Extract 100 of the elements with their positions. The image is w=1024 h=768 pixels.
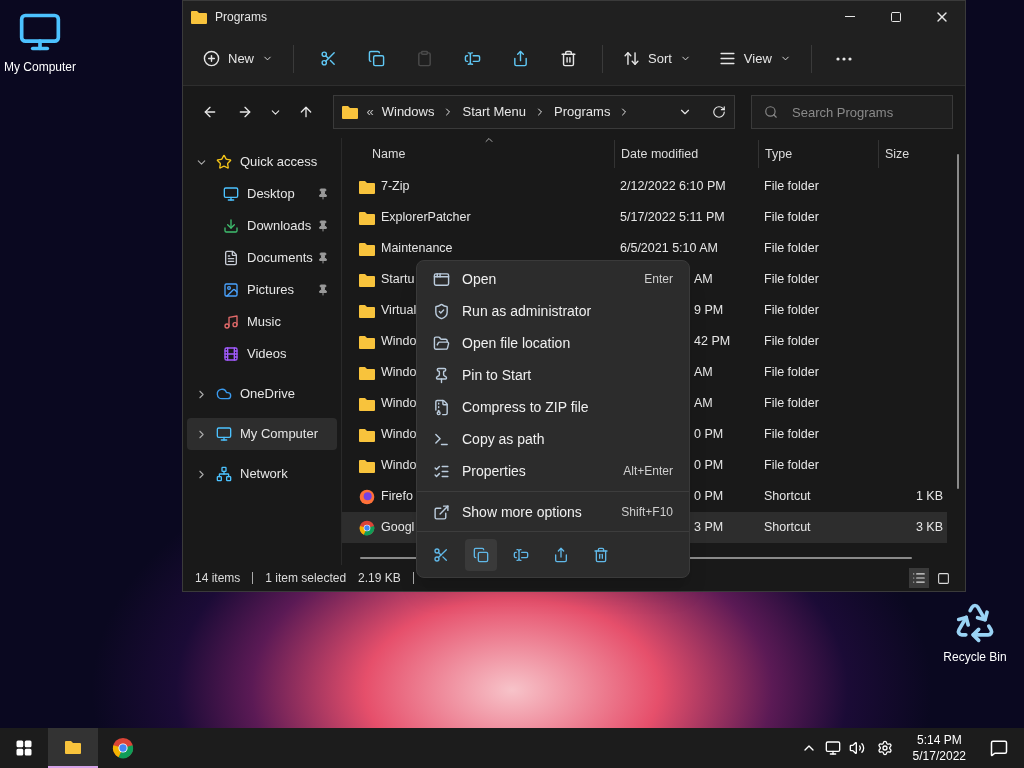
type-cell: File folder [764,241,819,256]
column-header[interactable]: Name [372,144,406,164]
zip-folder-icon [433,398,450,416]
taskbar-app-button[interactable] [48,728,98,768]
network-icon [216,466,232,482]
file-name[interactable]: Googl [381,518,415,537]
sidebar-item[interactable]: Desktop [187,178,337,210]
details-view-button[interactable] [909,568,929,588]
menu-item[interactable]: Properties Alt+Enter [421,455,685,487]
file-name[interactable]: Windo [381,425,417,444]
copy-button[interactable] [465,539,497,571]
sidebar-label: OneDrive [240,385,296,404]
settings-icon[interactable] [876,740,893,756]
folder-icon [359,272,375,287]
sidebar-label: Documents [247,249,314,268]
menu-item[interactable]: Open file location [421,327,685,359]
shortcut-label: Enter [644,271,673,288]
window-icon [433,270,450,288]
date-modified-cell: 3 PM [694,520,724,535]
menu-item[interactable]: Pin to Start [421,359,685,391]
sidebar-label: Music [247,313,282,332]
clock[interactable]: 5:14 PM 5/17/2022 [904,732,974,764]
folder-icon [359,210,375,225]
menu-item[interactable]: Copy as path [421,423,685,455]
menu-item[interactable]: Run as administrator [421,295,685,327]
folder-icon [433,334,450,352]
sidebar-item[interactable]: Downloads [187,210,337,242]
size-cell-text: 3 KB [915,519,943,537]
vertical-scrollbar[interactable] [957,154,959,489]
menu-item-label: Properties [462,461,527,481]
windows-logo-icon [15,739,33,757]
menu-item-label: Pin to Start [462,365,533,385]
sidebar-item[interactable]: My Computer [187,418,337,450]
column-header[interactable]: Date modified [621,144,699,164]
menu-item[interactable]: Show more options Shift+F10 [421,496,685,528]
sidebar-item[interactable]: Videos [187,338,337,370]
breadcrumb[interactable]: Programs [554,102,611,122]
refresh-icon[interactable] [712,105,726,119]
menu-item[interactable]: Open Enter [421,263,685,295]
notifications-icon[interactable] [990,739,1008,757]
folder-icon [342,105,359,119]
address-bar[interactable]: « Windows Start Menu Programs [333,95,735,129]
volume-icon[interactable] [848,740,865,756]
copy-icon [473,547,489,563]
column-header[interactable]: Size [885,144,910,164]
file-name[interactable]: 7-Zip [381,177,410,196]
date-modified-cell: 42 PM [694,334,731,349]
file-name[interactable]: ExplorerPatcher [381,208,471,227]
lines-icon [718,50,736,67]
date-modified-cell: 0 PM [694,427,724,442]
sidebar-label: Downloads [247,217,313,236]
sort-icon [623,50,640,67]
file-name[interactable]: Windo [381,456,417,475]
file-name[interactable]: Startu [381,270,415,289]
overflow-chevron[interactable]: « [366,102,374,122]
file-name[interactable]: Windo [381,363,417,382]
search-field[interactable]: Search Programs [751,95,953,129]
music-icon [223,314,239,330]
desktop-icon[interactable]: Recycle Bin [935,600,1015,666]
folder-icon [359,179,375,194]
file-name[interactable]: Firefo [381,487,413,506]
sort-button[interactable]: Sort [615,40,699,77]
sidebar-item[interactable]: Music [187,306,337,338]
sidebar-item[interactable]: Documents [187,242,337,274]
menu-item-label: Open [462,269,498,289]
sidebar-item[interactable]: OneDrive [187,378,337,410]
shortcut-label: Shift+F10 [621,504,673,521]
new-button[interactable]: New [195,40,281,77]
copy-icon [367,50,385,67]
type-cell: Shortcut [764,520,811,535]
breadcrumb[interactable]: Start Menu [462,102,527,122]
folder-icon [359,427,375,442]
cut-icon [433,547,449,563]
type-cell: File folder [764,210,819,225]
star-icon [216,154,232,170]
file-name[interactable]: Windo [381,332,417,351]
file-name[interactable]: Maintenance [381,239,453,258]
view-button[interactable]: View [710,40,799,77]
file-name[interactable]: Virtual [381,301,417,320]
folder-icon [359,396,375,411]
type-cell: File folder [764,365,819,380]
breadcrumb[interactable]: Windows [381,102,435,122]
folder-icon [359,241,375,256]
plus-icon [203,50,220,67]
sidebar-label: Videos [247,345,288,364]
folder-icon [359,334,375,349]
menu-item[interactable]: Compress to ZIP file [421,391,685,423]
type-cell: File folder [764,303,819,318]
monitor-icon [216,426,232,442]
sidebar-item[interactable]: Network [187,458,337,490]
monitor-icon [223,186,239,202]
desktop-icon[interactable]: My Computer [0,10,80,76]
type-cell: File folder [764,458,819,473]
column-header[interactable]: Type [765,144,793,164]
file-name[interactable]: Windo [381,394,417,413]
sidebar-item[interactable]: Quick access [187,146,337,178]
sidebar-item[interactable]: Pictures [187,274,337,306]
network-icon[interactable] [824,740,841,756]
date-modified-cell: 9 PM [694,303,724,318]
paste-icon [415,50,433,67]
